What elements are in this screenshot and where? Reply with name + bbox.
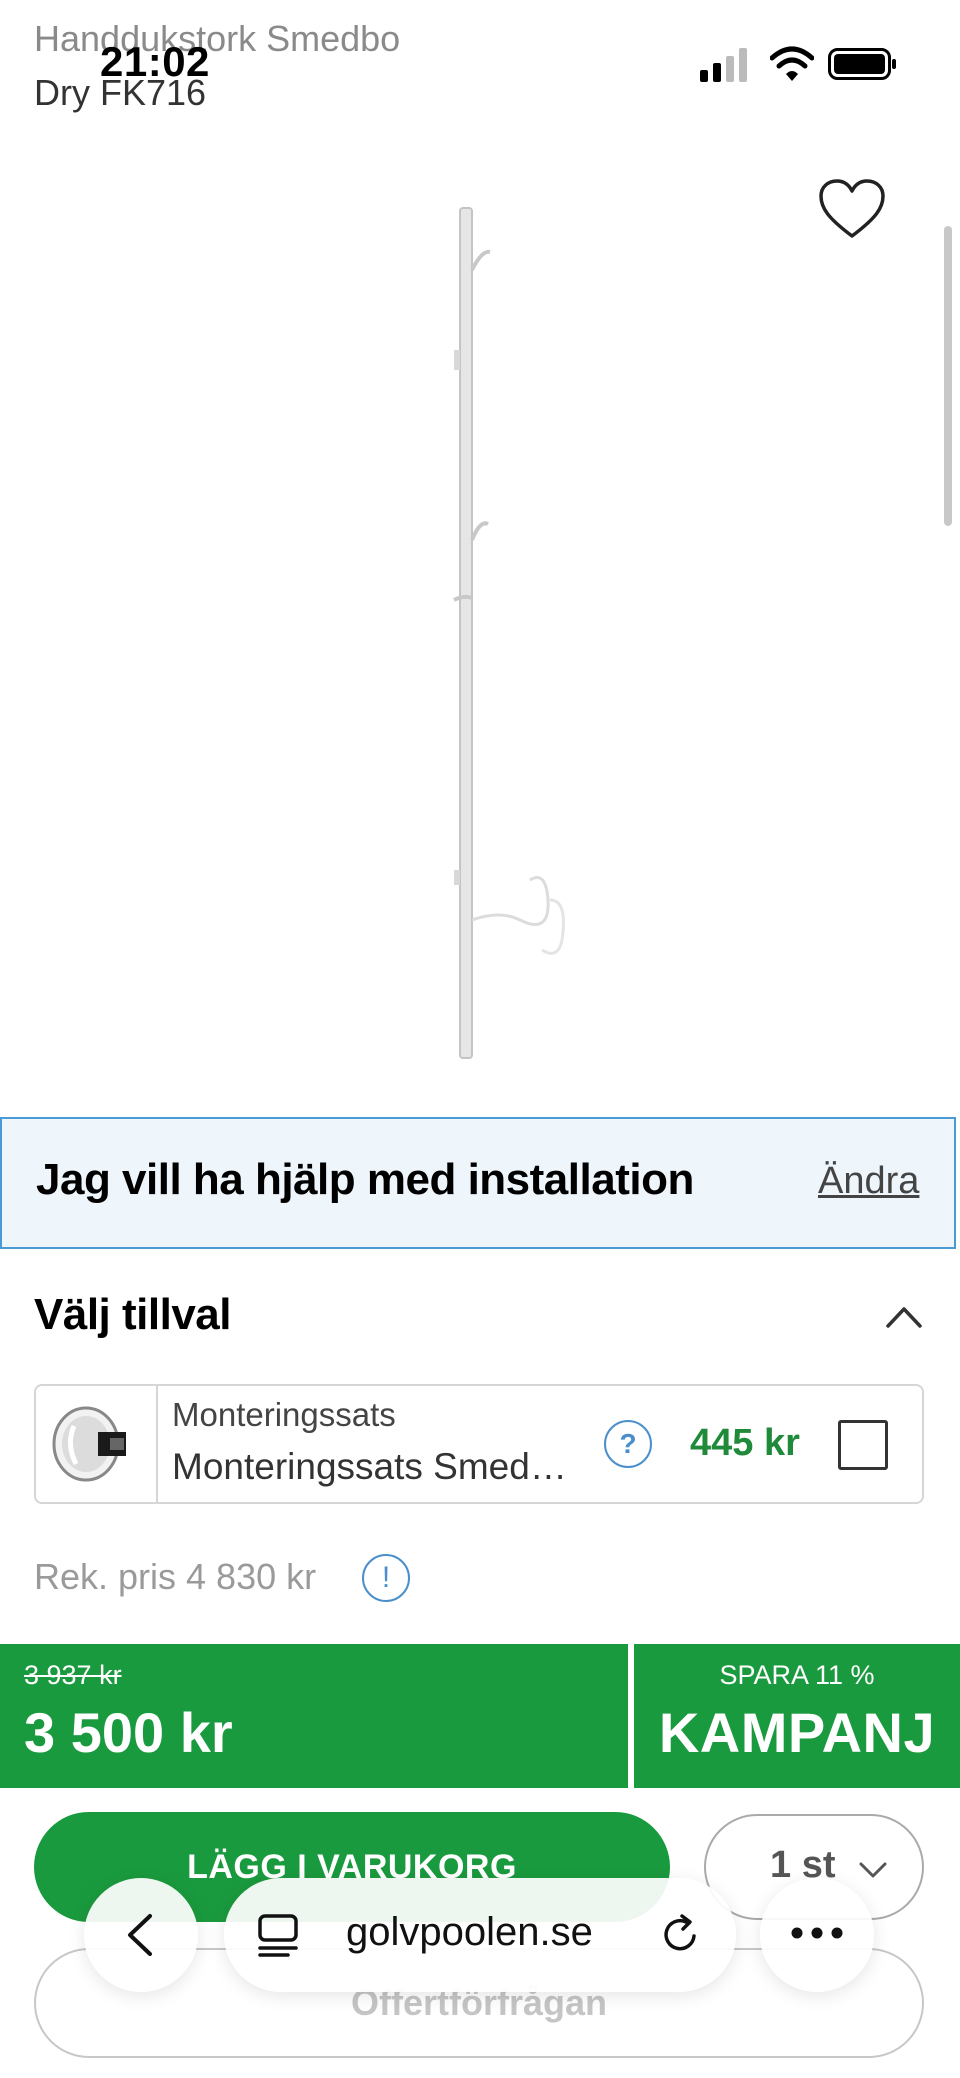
cellular-signal-icon (700, 48, 747, 82)
change-installation-link[interactable]: Ändra (818, 1160, 919, 1203)
save-percentage: SPARA 11 % (719, 1660, 875, 1690)
back-arrow-icon (128, 1914, 152, 1956)
chevron-down-icon (859, 1862, 887, 1878)
installation-text: Jag vill ha hjälp med installation (36, 1155, 694, 1204)
chevron-up-icon[interactable] (884, 1304, 924, 1330)
product-title: Handdukstork Smedbo Dry FK716 (34, 12, 400, 120)
current-price: 3 500 kr (24, 1701, 233, 1764)
option-name: Monteringssats Smed… (172, 1446, 567, 1487)
price-info-icon[interactable]: ! (362, 1554, 410, 1602)
option-price: 445 kr (690, 1422, 800, 1464)
product-title-line1: Handdukstork Smedbo (34, 18, 401, 59)
battery-icon (828, 48, 896, 80)
option-category: Monteringssats (172, 1396, 396, 1433)
recommended-price: Rek. pris 4 830 kr (34, 1556, 317, 1597)
reload-icon[interactable] (660, 1914, 702, 1956)
campaign-label: KAMPANJ (658, 1701, 936, 1764)
options-heading: Välj tillval (34, 1290, 231, 1339)
product-title-line2: Dry FK716 (34, 72, 207, 113)
page-tab-icon[interactable] (256, 1912, 300, 1958)
product-image[interactable] (420, 200, 620, 1080)
scrollbar[interactable] (944, 226, 952, 526)
old-price: 3 937 kr (24, 1660, 122, 1690)
option-checkbox[interactable] (838, 1420, 888, 1470)
option-help-icon[interactable]: ? (604, 1420, 652, 1468)
wifi-icon (770, 46, 814, 81)
url-text[interactable]: golvpoolen.se (346, 1910, 593, 1955)
status-time: 21:02 (100, 38, 210, 85)
more-dots-icon (791, 1927, 843, 1939)
favorite-heart-icon[interactable] (818, 178, 886, 240)
mounting-kit-thumbnail (52, 1386, 158, 1502)
